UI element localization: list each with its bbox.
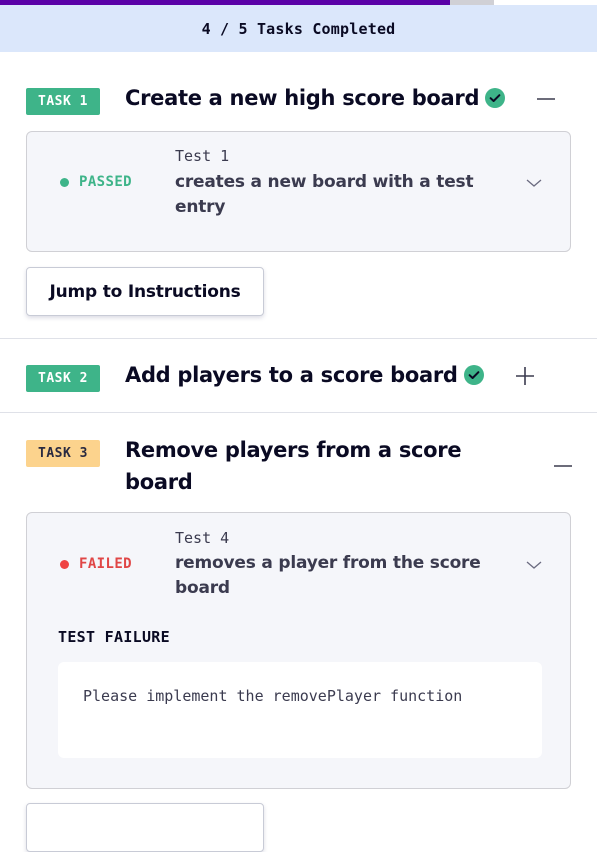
test-name: Test 4 [175, 529, 230, 547]
task-title[interactable]: Add players to a score board [125, 359, 484, 391]
check-circle-icon [463, 365, 484, 385]
status-badge: PASSED [60, 174, 132, 190]
chevron-down-icon[interactable] [525, 556, 543, 574]
task-badge: TASK 1 [26, 88, 100, 115]
test-result-card[interactable]: PASSED Test 1 creates a new board with a… [26, 131, 571, 252]
test-failure-heading: TEST FAILURE [58, 628, 170, 646]
failure-message: Please implement the removePlayer functi… [83, 687, 463, 705]
test-result-card[interactable]: FAILED Test 4 removes a player from the … [26, 512, 571, 789]
status-label: PASSED [79, 174, 132, 190]
minus-icon[interactable] [535, 88, 557, 110]
chevron-down-icon[interactable] [525, 174, 543, 192]
divider [0, 412, 597, 413]
task-badge: TASK 2 [26, 365, 100, 392]
jump-to-instructions-button[interactable] [26, 803, 264, 852]
task-title[interactable]: Remove players from a score board [125, 434, 505, 498]
test-description: creates a new board with a test entry [175, 172, 474, 217]
test-name: Test 1 [175, 147, 230, 165]
plus-icon[interactable] [514, 365, 536, 387]
progress-summary: 4 / 5 Tasks Completed [0, 5, 597, 52]
minus-icon[interactable] [552, 455, 574, 477]
divider [0, 338, 597, 339]
failure-message-box: Please implement the removePlayer functi… [58, 662, 542, 758]
status-label: FAILED [79, 556, 132, 572]
status-dot-icon [60, 559, 69, 569]
jump-to-instructions-button[interactable]: Jump to Instructions [26, 267, 264, 316]
task-badge: TASK 3 [26, 440, 100, 467]
task-title-text: Create a new high score board [125, 86, 480, 110]
task-title[interactable]: Create a new high score board [125, 82, 506, 114]
task-title-text: Add players to a score board [125, 363, 458, 387]
status-badge: FAILED [60, 556, 132, 572]
status-dot-icon [60, 177, 69, 187]
check-circle-icon [485, 88, 506, 108]
test-description: removes a player from the score board [175, 553, 481, 598]
